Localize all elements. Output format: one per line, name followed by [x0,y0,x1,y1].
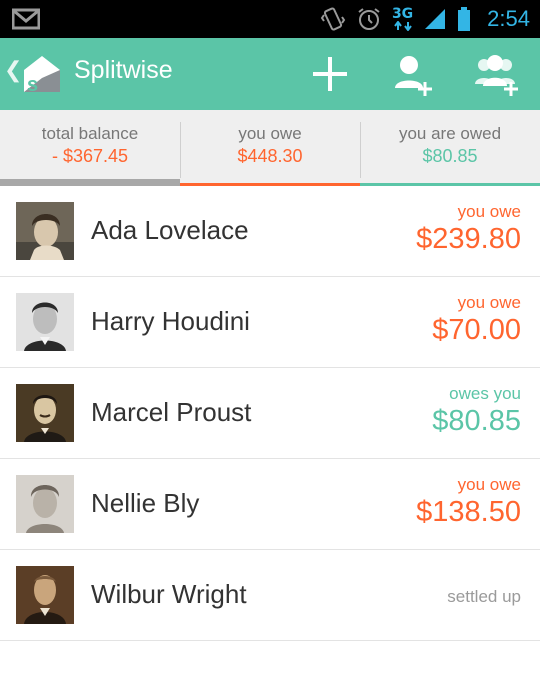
status-icons: 3G 2:54 [320,0,530,38]
add-group-icon[interactable] [474,52,518,96]
signal-icon [425,9,446,29]
balance-status: you owe [457,475,521,494]
vibrate-icon [320,7,346,31]
friend-row-harry-houdini[interactable]: Harry Houdini you owe $70.00 [0,277,540,368]
friend-row-wilbur-wright[interactable]: Wilbur Wright settled up [0,550,540,641]
avatar [16,293,74,351]
app-title: Splitwise [74,56,173,84]
balance-amount: $239.80 [416,223,521,255]
avatar [16,566,74,624]
svg-text:s: s [27,74,38,94]
network-indicator: 3G [392,7,413,31]
friend-name: Harry Houdini [91,306,250,336]
friend-list: Ada Lovelace you owe $239.80 Harry Houdi… [0,186,540,641]
alarm-icon [358,8,380,30]
tab-you-owe[interactable]: you owe $448.30 [180,110,360,186]
avatar [16,475,74,533]
tab-amount: $448.30 [237,146,303,166]
friend-name: Nellie Bly [91,488,200,518]
status-clock: 2:54 [487,6,530,31]
gmail-icon [12,8,40,30]
balance-status: owes you [449,384,521,403]
balance-status: settled up [447,587,521,606]
tab-indicator [0,179,180,186]
tab-amount: - $367.45 [51,146,129,166]
balance-amount: $138.50 [416,496,521,528]
battery-icon [458,7,471,31]
balance-amount: $80.85 [432,405,521,437]
data-arrows-icon [393,21,412,31]
balance-status: you owe [457,293,521,312]
tab-total-balance[interactable]: total balance - $367.45 [0,110,180,186]
friend-row-nellie-bly[interactable]: Nellie Bly you owe $138.50 [0,459,540,550]
network-type: 3G [391,6,414,22]
balance-status: you owe [457,202,521,221]
balance-tabs: total balance - $367.45 you owe $448.30 … [0,110,540,186]
back-chevron-icon[interactable]: ❮ [4,60,22,82]
tab-label: you are owed [398,124,502,143]
avatar [16,384,74,442]
friend-name: Marcel Proust [91,397,252,427]
tab-you-are-owed[interactable]: you are owed $80.85 [360,110,540,186]
avatar [16,202,74,260]
friend-name: Ada Lovelace [91,215,249,245]
friend-row-marcel-proust[interactable]: Marcel Proust owes you $80.85 [0,368,540,459]
tab-label: you owe [238,124,302,143]
balance-amount: $70.00 [432,314,521,346]
splitwise-logo-icon[interactable]: s [22,54,62,94]
add-friend-icon[interactable] [392,52,436,96]
add-icon[interactable] [308,52,352,96]
status-bar: 3G 2:54 [0,0,540,38]
friend-name: Wilbur Wright [91,579,247,609]
splitwise-screen: 3G 2:54 ❮ s Splitwise total balance - $3… [0,0,540,699]
tab-label: total balance [41,124,139,143]
friend-row-ada-lovelace[interactable]: Ada Lovelace you owe $239.80 [0,186,540,277]
tab-amount: $80.85 [422,146,478,166]
action-bar: ❮ s Splitwise [0,38,540,110]
